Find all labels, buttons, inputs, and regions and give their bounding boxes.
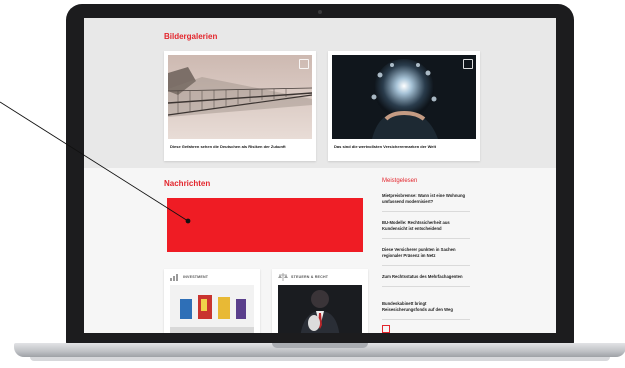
most-read-title: Meistgelesen: [382, 178, 418, 184]
laptop-base-notch: [272, 343, 368, 348]
chart-icon: [170, 274, 178, 281]
most-read-item[interactable]: Bundeskabinett bringt Reisesicherungsfon…: [382, 301, 466, 313]
divider: [382, 286, 470, 287]
divider: [382, 265, 470, 266]
divider: [382, 211, 470, 212]
gallery-section: [84, 18, 556, 168]
webcam: [318, 10, 322, 14]
category-label: INVESTMENT: [183, 275, 209, 279]
category-card-investment[interactable]: INVESTMENT: [164, 269, 260, 333]
gallery-card-bridge[interactable]: Diese Gefahren sehen die Deutschen als R…: [164, 51, 316, 161]
most-read-item[interactable]: Diese Versicherer punkten in Sachen regi…: [382, 247, 466, 259]
category-card-tax-law[interactable]: STEUERN & RECHT: [272, 269, 368, 333]
divider: [382, 238, 470, 239]
category-label: STEUERN & RECHT: [291, 275, 329, 279]
scales-icon: [278, 273, 288, 281]
news-title: Nachrichten: [164, 179, 211, 188]
ad-banner[interactable]: [167, 198, 363, 252]
gallery-caption: Das sind die wertvollsten Versicherermar…: [334, 144, 436, 149]
gallery-icon: [299, 59, 309, 69]
most-read-item[interactable]: BU-Modelle: Rechtssicherheit aus Kundens…: [382, 220, 466, 232]
bridge-photo: [168, 55, 312, 139]
laptop-screen: Bildergalerien Diese Gefahren sehen die …: [84, 18, 556, 333]
gallery-icon: [463, 59, 473, 69]
businessman-mask-photo: [278, 285, 362, 333]
gallery-card-brands[interactable]: Das sind die wertvollsten Versicherermar…: [328, 51, 480, 161]
laptop-base-shadow: [30, 357, 610, 361]
brands-photo: [332, 55, 476, 139]
checkbox-icon: [382, 325, 390, 333]
gallery-photo: [170, 285, 254, 333]
gallery-title: Bildergalerien: [164, 32, 218, 41]
divider: [382, 319, 470, 320]
most-read-item[interactable]: Mietpreisbremse: Wann ist eine Wohnung u…: [382, 193, 466, 205]
most-read-item[interactable]: Zum Rechtsstatus des Mehrfachagenten: [382, 274, 466, 280]
gallery-caption: Diese Gefahren sehen die Deutschen als R…: [170, 144, 286, 149]
